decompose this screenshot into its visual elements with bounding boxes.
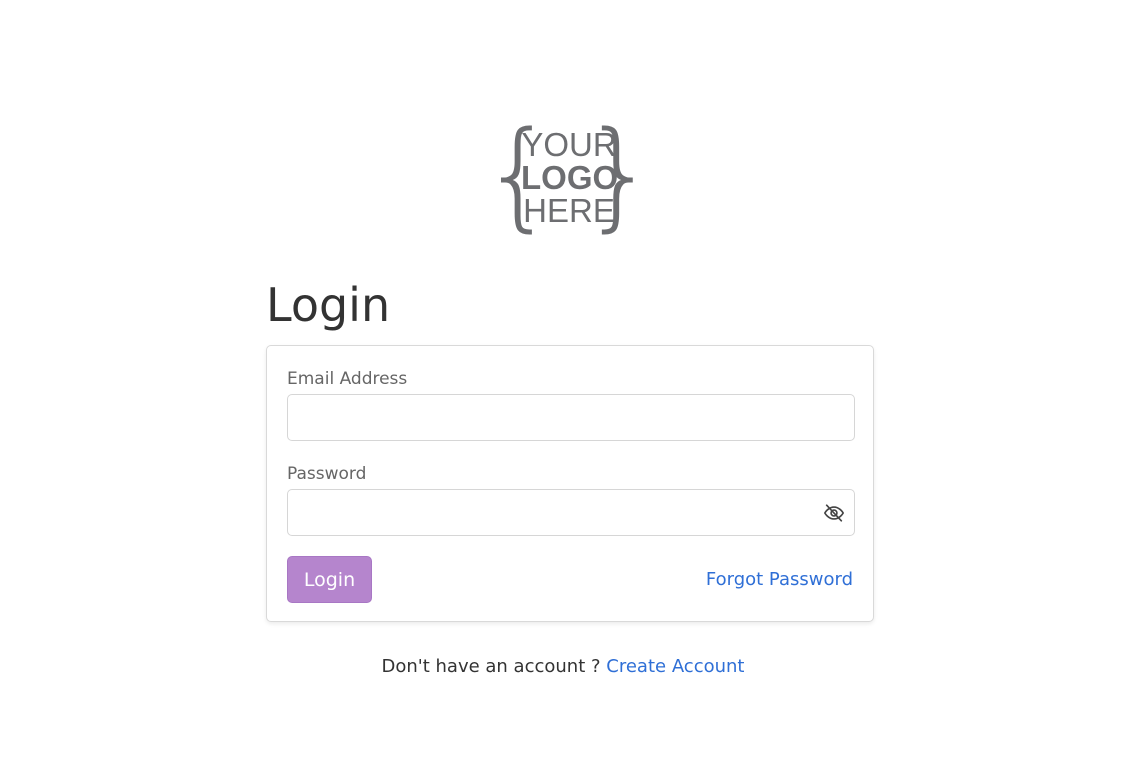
login-page: { YOUR LOGO HERE } Login Email Address P… — [0, 0, 1126, 776]
email-field[interactable] — [287, 394, 855, 441]
create-account-link[interactable]: Create Account — [606, 656, 744, 677]
login-card: Email Address Password Login Forgot Pass… — [266, 345, 874, 622]
brand-logo: { YOUR LOGO HERE } — [481, 114, 657, 240]
login-button[interactable]: Login — [287, 556, 372, 603]
email-label: Email Address — [287, 369, 408, 389]
password-field[interactable] — [287, 489, 855, 536]
password-label: Password — [287, 464, 367, 484]
forgot-password-link[interactable]: Forgot Password — [706, 568, 853, 592]
page-title: Login — [266, 278, 391, 332]
eye-slash-icon[interactable] — [823, 502, 845, 524]
signup-prompt-text: Don't have an account ? — [381, 656, 601, 677]
logo-right-brace: } — [581, 105, 657, 243]
signup-prompt: Don't have an account ? Create Account — [0, 655, 1126, 679]
